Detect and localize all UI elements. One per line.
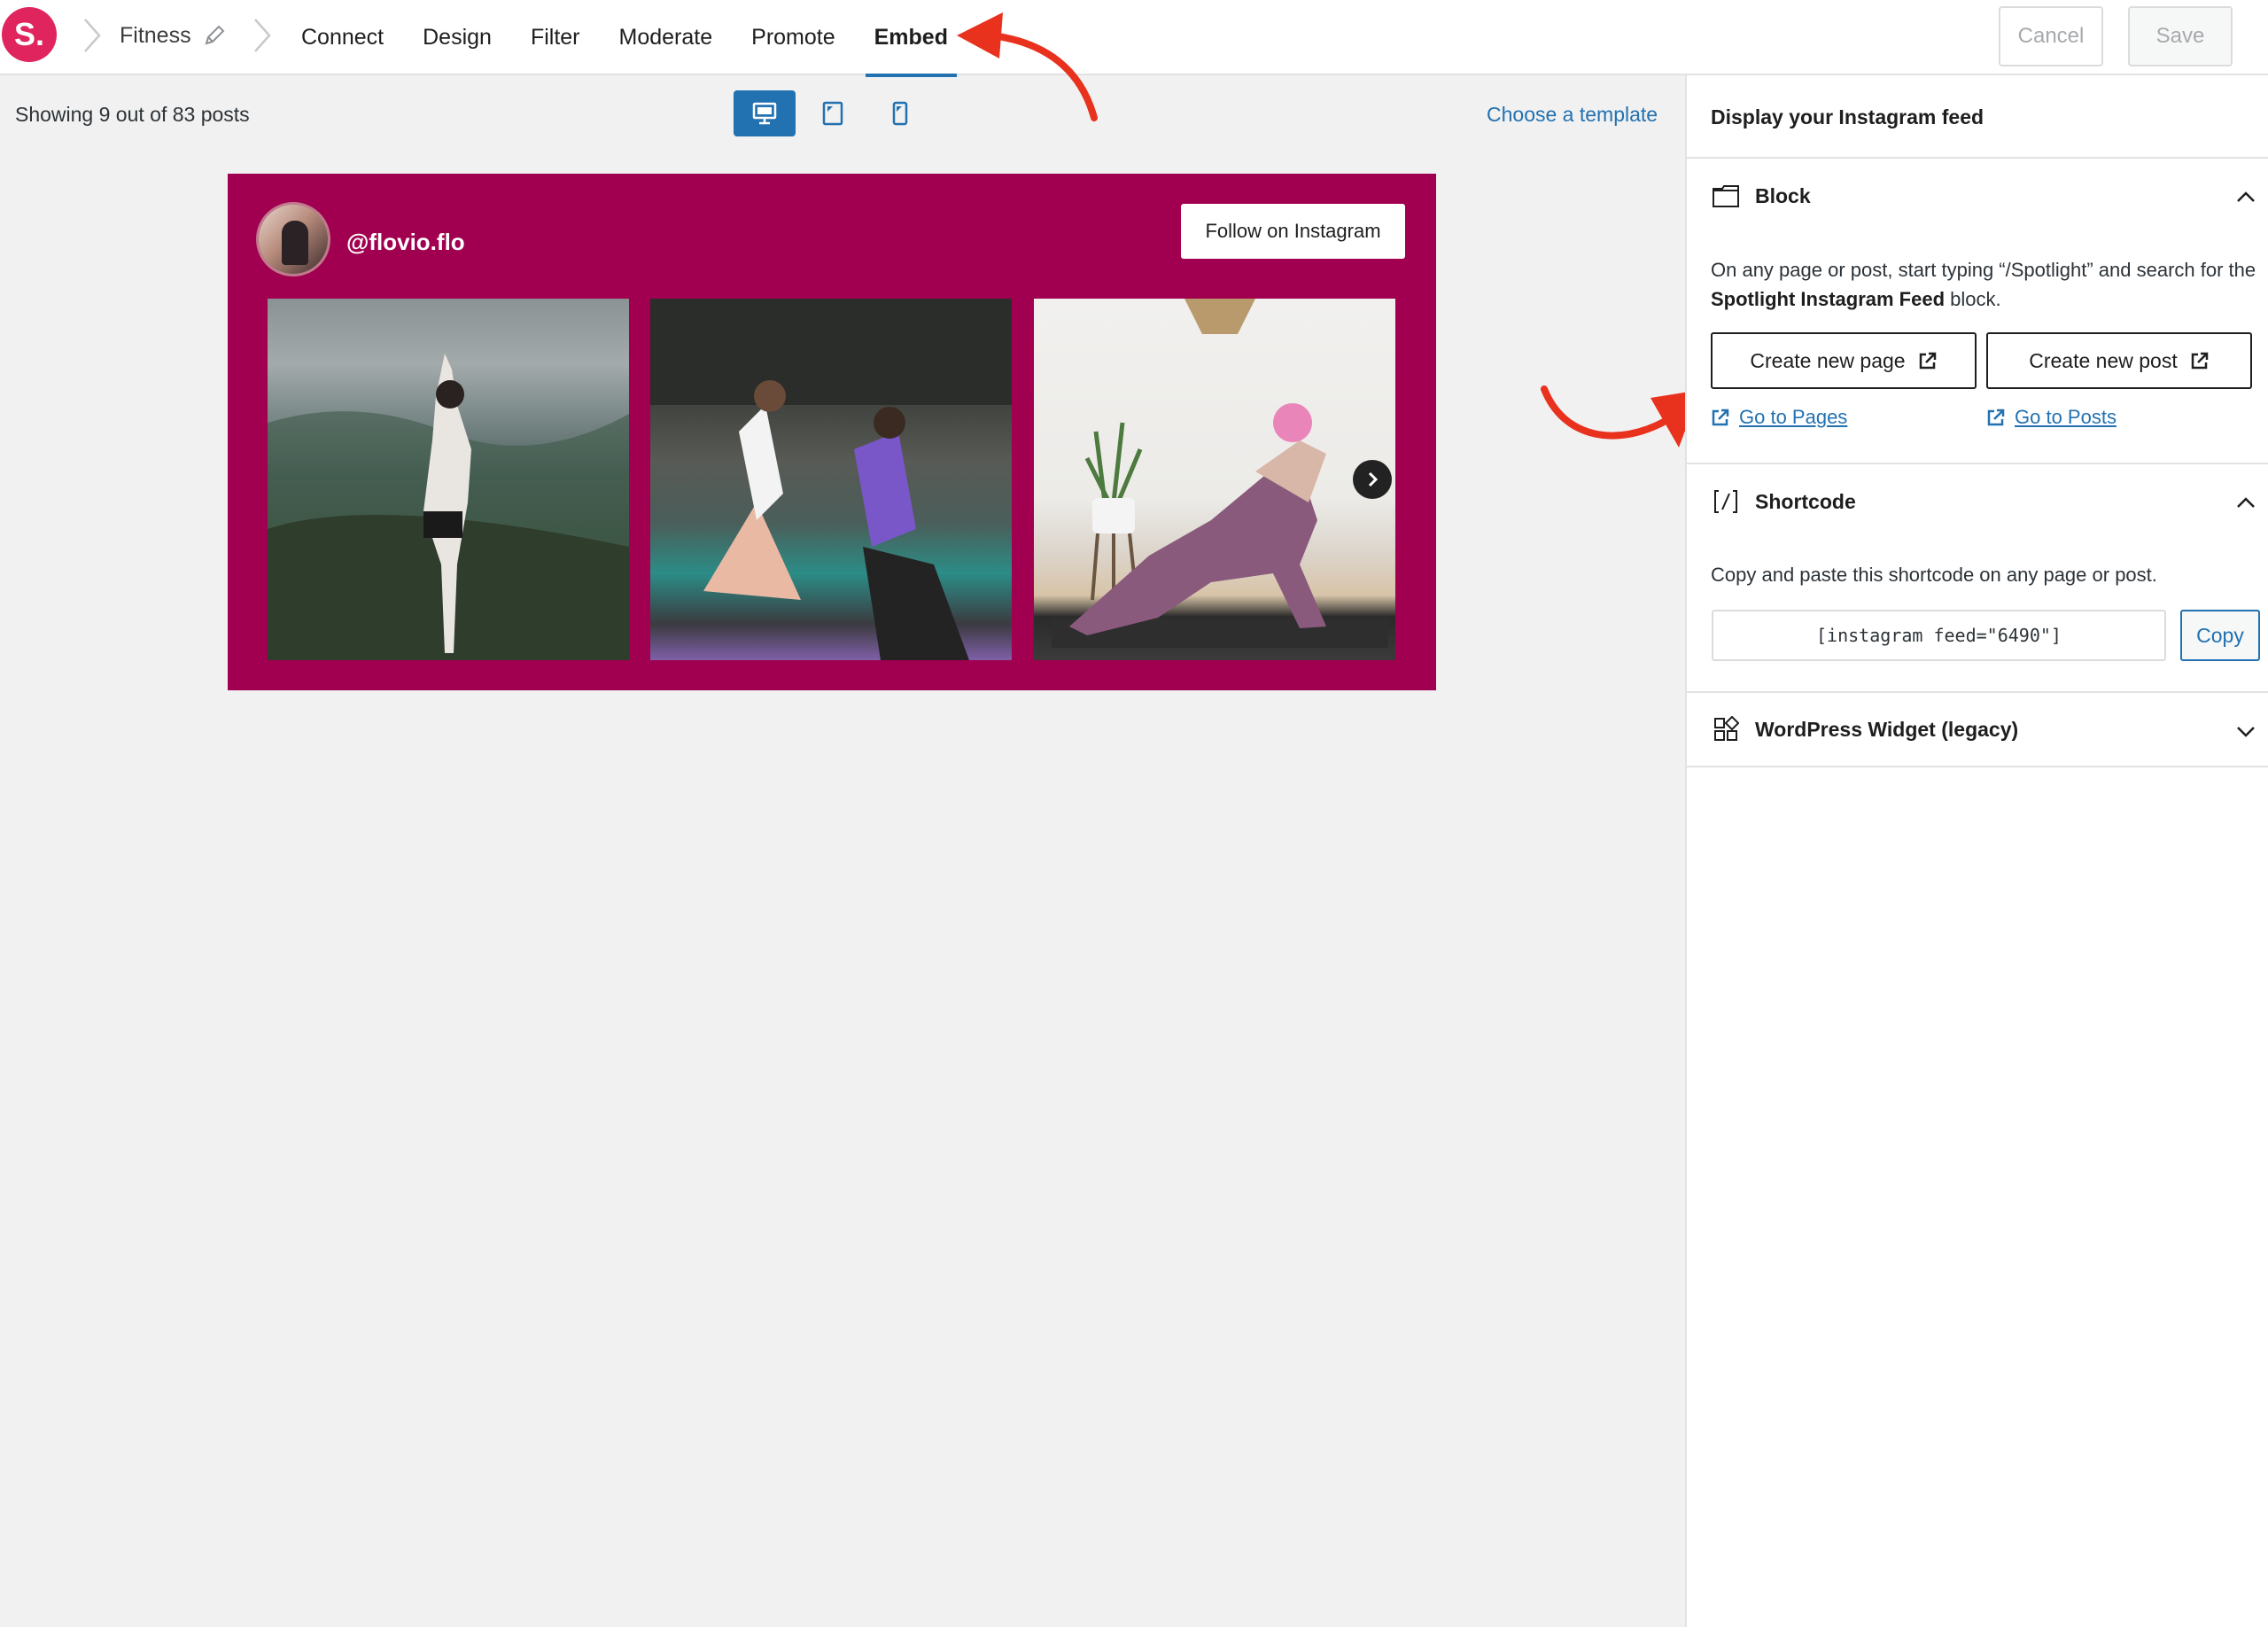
tab-filter[interactable]: Filter [511, 0, 600, 75]
go-to-pages-link[interactable]: Go to Pages [1711, 406, 1847, 429]
widget-icon [1714, 716, 1739, 741]
shortcode-description: Copy and paste this shortcode on any pag… [1711, 564, 2157, 586]
top-bar: S. Fitness Connect Design Filter Moderat… [0, 0, 2268, 77]
widget-panel-header[interactable]: WordPress Widget (legacy) [1687, 691, 2268, 767]
phone-preview-button[interactable] [869, 90, 931, 136]
embed-sidebar: Display your Instagram feed Block On any… [1685, 75, 2268, 1627]
tablet-icon [822, 101, 843, 126]
shortcode-field[interactable]: [instagram feed="6490"] [1712, 610, 2166, 661]
create-new-page-button[interactable]: Create new page [1711, 332, 1977, 389]
tab-moderate[interactable]: Moderate [600, 0, 733, 75]
shortcode-panel-header[interactable]: Shortcode [1687, 463, 2268, 539]
feed-photo[interactable] [650, 299, 1012, 660]
block-description: On any page or post, start typing “/Spot… [1711, 259, 2256, 310]
chevron-right-icon [1368, 471, 1379, 487]
nav-tabs: Connect Design Filter Moderate Promote E… [282, 0, 967, 77]
avatar[interactable] [256, 202, 330, 276]
create-new-post-button[interactable]: Create new post [1986, 332, 2252, 389]
follow-on-instagram-button[interactable]: Follow on Instagram [1181, 204, 1405, 259]
phone-icon [892, 101, 908, 126]
annotation-arrow-icon [1541, 385, 1700, 448]
feed-name[interactable]: Fitness [120, 23, 191, 49]
feed-photo[interactable] [268, 299, 629, 660]
external-link-icon [1712, 409, 1729, 426]
tab-design[interactable]: Design [403, 0, 511, 75]
sidebar-title: Display your Instagram feed [1711, 105, 1984, 128]
chevron-up-icon[interactable] [2233, 183, 2259, 210]
breadcrumb-chevron-icon [84, 19, 101, 52]
desktop-preview-button[interactable] [734, 90, 796, 136]
chevron-down-icon[interactable] [2233, 718, 2259, 744]
shortcode-panel-label: Shortcode [1755, 489, 1856, 513]
tab-promote[interactable]: Promote [732, 0, 854, 75]
post-count-text: Showing 9 out of 83 posts [15, 103, 250, 126]
next-arrow-button[interactable] [1353, 460, 1392, 499]
yoga-class-image [650, 299, 1012, 660]
block-panel-header[interactable]: Block [1687, 157, 2268, 233]
save-button[interactable]: Save [2128, 6, 2233, 66]
spotlight-logo[interactable]: S. [2, 7, 57, 62]
annotation-arrow-icon [957, 12, 1098, 121]
external-link-icon [1919, 352, 1936, 370]
tablet-preview-button[interactable] [802, 90, 864, 136]
breadcrumb-chevron-icon [254, 19, 271, 52]
copy-shortcode-button[interactable]: Copy [2180, 610, 2260, 661]
desktop-icon [752, 102, 777, 125]
feed-handle[interactable]: @flovio.flo [346, 229, 465, 256]
widget-panel-label: WordPress Widget (legacy) [1755, 717, 2019, 741]
block-icon [1713, 185, 1739, 207]
external-link-icon [1987, 409, 2005, 426]
yoga-mountain-image [268, 354, 629, 660]
tab-connect[interactable]: Connect [282, 0, 403, 75]
external-link-icon [2191, 352, 2208, 370]
cancel-button[interactable]: Cancel [1999, 6, 2103, 66]
block-panel-label: Block [1755, 183, 1811, 207]
yoga-plant-image [1052, 299, 1388, 648]
feed-photo[interactable] [1034, 299, 1395, 660]
choose-template-link[interactable]: Choose a template [1487, 103, 1658, 127]
chevron-up-icon[interactable] [2233, 489, 2259, 516]
go-to-posts-link[interactable]: Go to Posts [1986, 406, 2117, 429]
pencil-icon[interactable] [202, 23, 227, 48]
shortcode-icon [1714, 490, 1737, 513]
instagram-feed-preview: @flovio.flo Follow on Instagram [228, 174, 1436, 690]
